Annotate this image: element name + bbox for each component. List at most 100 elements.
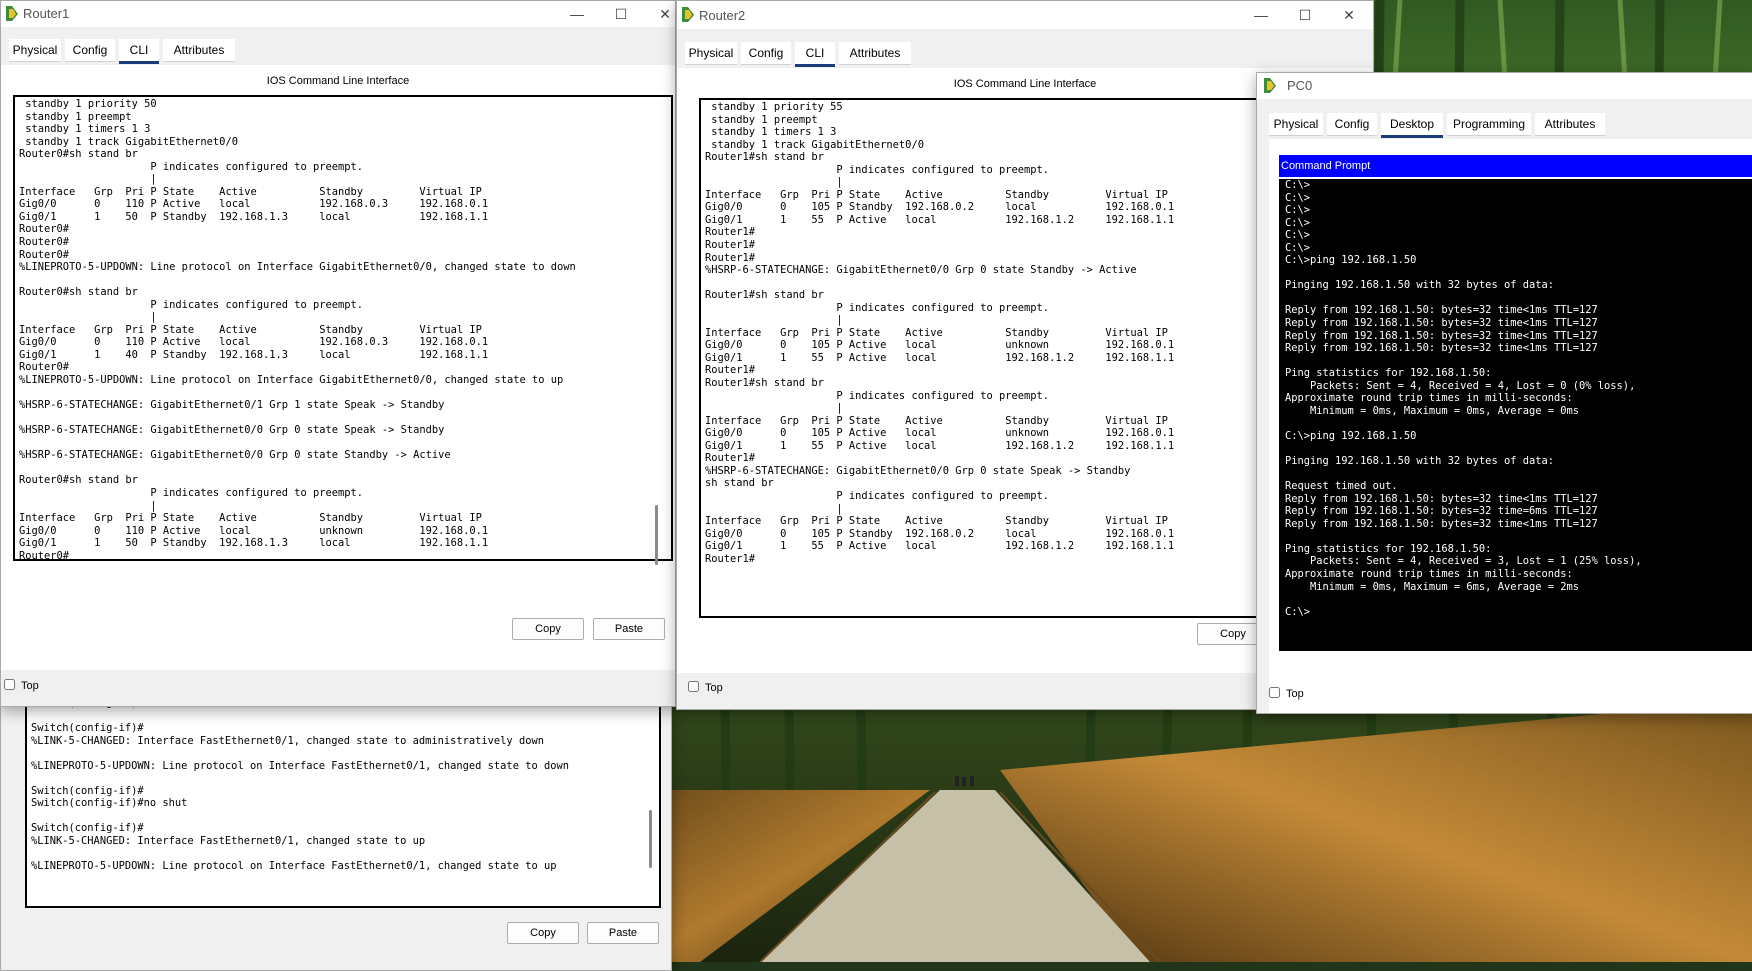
tab-attributes[interactable]: Attributes [1535,113,1605,136]
cli-line: Interface Grp Pri P State Active Standby… [19,512,482,525]
tab-attributes[interactable]: Attributes [163,39,235,62]
cmd-line [1285,442,1751,455]
cli-line: Switch(config-if)# [31,822,144,835]
tab-cli[interactable]: CLI [795,42,835,67]
cli-line [31,772,655,785]
cli-line: Router0#sh stand br [19,148,138,161]
cli-line: %HSRP-6-STATECHANGE: GigabitEthernet0/0 … [19,424,445,437]
cli-line: %LINK-5-CHANGED: Interface FastEthernet0… [31,734,544,747]
switch-copy-button[interactable]: Copy [507,922,579,944]
cli-line: Switch(config-if)# [31,784,144,797]
switch-paste-button[interactable]: Paste [587,922,659,944]
router1-titlebar[interactable]: Router1 — ☐ ✕ [1,1,675,27]
router1-cli-output[interactable]: standby 1 priority 50 standby 1 preempt … [13,95,673,561]
switch-window: Switch(config-if)#shut Switch(config-if)… [0,690,672,971]
cli-line: | [19,173,157,186]
command-prompt-output[interactable]: C:\> C:\> C:\> C:\> C:\> C:\> C:\>ping 192.168… [1279,179,1752,651]
cli-line: P indicates configured to preempt. [19,486,364,499]
cli-line [19,412,667,425]
cli-line: Gig0/0 0 110 P Active local 192.168.0.3 … [19,198,489,211]
cmd-line [1285,267,1751,280]
cli-line: Interface Grp Pri P State Active Standby… [19,323,482,336]
cmd-line [1285,468,1751,481]
cmd-line: C:\> [1285,216,1311,229]
cmd-line: Reply from 192.168.1.50: bytes=32 time=6… [1285,505,1598,518]
cmd-line: Reply from 192.168.1.50: bytes=32 time<1… [1285,329,1598,342]
cmd-line [1285,417,1751,430]
tab-physical[interactable]: Physical [9,39,61,62]
cli-line: standby 1 priority 50 [19,98,157,110]
router1-top-checkbox[interactable]: Top [4,679,39,692]
router2-top-checkbox[interactable]: Top [688,681,723,694]
cmd-line: C:\> [1285,204,1311,217]
router1-copy-button[interactable]: Copy [512,618,584,640]
cli-line: standby 1 track GigabitEthernet0/0 [19,135,238,148]
cmd-line: Reply from 192.168.1.50: bytes=32 time<1… [1285,317,1598,330]
cmd-line: C:\>ping 192.168.1.50 [1285,429,1417,442]
cmd-line: Minimum = 0ms, Maximum = 6ms, Average = … [1285,580,1580,593]
top-checkbox-input[interactable] [1269,687,1280,698]
tab-config[interactable]: Config [1327,113,1377,136]
cmd-line: Minimum = 0ms, Maximum = 0ms, Average = … [1285,404,1580,417]
maximize-icon[interactable]: ☐ [601,3,641,25]
cli-line: standby 1 preempt [19,110,132,123]
cmd-line: Request timed out. [1285,480,1398,493]
tab-programming[interactable]: Programming [1447,113,1531,136]
cli-line: standby 1 timers 1 3 [19,123,151,136]
cli-line: Gig0/0 0 110 P Active local 192.168.0.3 … [19,336,489,349]
top-checkbox-input[interactable] [4,679,15,690]
cli-line: Router0# [19,361,70,374]
router1-title: Router1 [23,6,70,21]
cmd-line [1285,355,1751,368]
cli-line: %LINEPROTO-5-UPDOWN: Line protocol on In… [31,759,569,772]
packet-tracer-icon [6,6,18,21]
minimize-icon[interactable]: — [1241,4,1281,26]
cli-line: P indicates configured to preempt. [19,298,364,311]
router1-window: Router1 — ☐ ✕ Physical Config CLI Attrib… [0,0,676,707]
tab-config[interactable]: Config [65,39,115,62]
cmd-line: C:\> [1285,605,1311,618]
cli-line: %HSRP-6-STATECHANGE: GigabitEthernet0/0 … [19,449,451,462]
cli-line: Gig0/0 0 110 P Active local unknown 192.… [19,524,489,537]
cli-line: Router0#sh stand br [19,286,138,299]
tab-attributes[interactable]: Attributes [839,42,911,65]
cli-line [19,462,667,475]
pc0-titlebar[interactable]: PC0 [1257,73,1752,99]
router2-titlebar[interactable]: Router2 — ☐ ✕ [677,1,1373,29]
cmd-line: Reply from 192.168.1.50: bytes=32 time<1… [1285,304,1598,317]
cli-line: | [19,311,157,324]
cli-line: %HSRP-6-STATECHANGE: GigabitEthernet0/1 … [19,399,445,412]
cmd-line: Ping statistics for 192.168.1.50: [1285,367,1492,380]
cli-line: P indicates configured to preempt. [19,160,364,173]
top-checkbox-input[interactable] [688,681,699,692]
tab-physical[interactable]: Physical [685,42,737,65]
minimize-icon[interactable]: — [557,3,597,25]
cmd-line: C:\> [1285,229,1311,242]
pc0-title: PC0 [1287,78,1313,93]
router1-paste-button[interactable]: Paste [593,618,665,640]
switch-cli-scrollbar[interactable] [649,810,652,868]
tab-cli[interactable]: CLI [119,39,159,64]
cli-line: Gig0/1 1 40 P Standby 192.168.1.3 local … [19,348,489,361]
packet-tracer-icon [682,7,694,22]
maximize-icon[interactable]: ☐ [1285,4,1325,26]
pc0-top-checkbox[interactable]: Top [1269,687,1304,700]
tab-physical[interactable]: Physical [1269,113,1323,136]
cli-line [19,437,667,450]
command-prompt-header: Command Prompt [1279,155,1752,177]
pc0-window: PC0 Physical Config Desktop Programming … [1256,72,1752,714]
router1-cli-scrollbar[interactable] [655,505,658,565]
tab-config[interactable]: Config [741,42,791,65]
cli-line: %LINK-5-CHANGED: Interface FastEthernet0… [31,835,426,848]
tab-desktop[interactable]: Desktop [1381,113,1443,138]
close-icon[interactable]: ✕ [645,3,675,25]
cli-line [19,274,667,287]
switch-cli-output[interactable]: Switch(config-if)#shut Switch(config-if)… [25,694,661,908]
cli-line: Gig0/1 1 50 P Standby 192.168.1.3 local … [19,537,489,550]
cli-line: Interface Grp Pri P State Active Standby… [19,185,482,198]
cli-line: %LINEPROTO-5-UPDOWN: Line protocol on In… [19,374,564,387]
close-icon[interactable]: ✕ [1329,4,1369,26]
cli-line [31,810,655,823]
router1-cli-panel: IOS Command Line Interface standby 1 pri… [1,65,675,670]
cmd-line: Approximate round trip times in milli-se… [1285,392,1573,405]
